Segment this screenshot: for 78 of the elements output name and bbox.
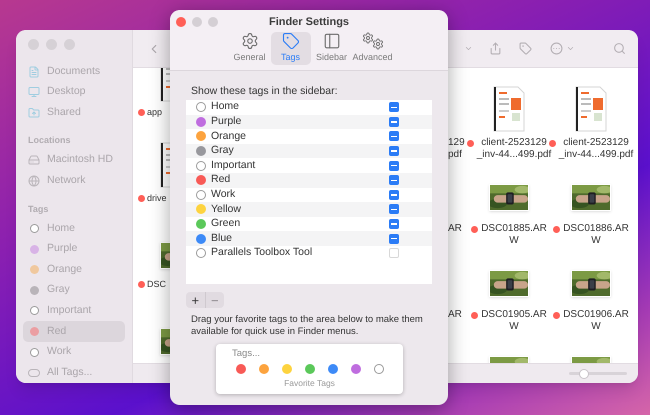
- toolbar-tab[interactable]: Sidebar: [312, 32, 352, 65]
- globe-icon: [28, 174, 40, 187]
- file-name: 129: [448, 137, 465, 149]
- checkbox[interactable]: [389, 234, 399, 244]
- more-icon[interactable]: [550, 42, 563, 55]
- sidebar-item[interactable]: Desktop: [23, 82, 125, 102]
- checkbox[interactable]: [389, 160, 399, 171]
- share-icon[interactable]: [489, 42, 502, 55]
- checkbox[interactable]: [389, 248, 399, 258]
- tag-row[interactable]: Work: [186, 188, 432, 202]
- sidebar-item[interactable]: Macintosh HD: [23, 150, 125, 171]
- toolbar-tab[interactable]: Tags: [270, 32, 310, 65]
- favorite-tags-caption: Favorite Tags: [284, 377, 335, 390]
- file-name: AR: [448, 223, 462, 235]
- sidebar-item[interactable]: Gray: [23, 280, 125, 301]
- minimize-button[interactable]: [192, 17, 202, 27]
- tag-icon[interactable]: [519, 42, 532, 55]
- search-icon[interactable]: [613, 42, 626, 55]
- sidebar-item[interactable]: Purple: [23, 238, 125, 260]
- file-name: DSC: [147, 279, 166, 290]
- tag-row[interactable]: Gray: [186, 144, 432, 158]
- gear-icon: [240, 32, 258, 50]
- file-name: DSC01906.AR W: [563, 309, 629, 333]
- toolbar-tab[interactable]: Advanced: [352, 32, 392, 65]
- file-name: pdf: [448, 149, 462, 161]
- sidebar-item[interactable]: Documents: [23, 61, 125, 82]
- zoom-button[interactable]: [208, 17, 218, 27]
- desktop-icon: [28, 86, 40, 98]
- toolbar-tab[interactable]: General: [230, 32, 270, 65]
- shared-folder-icon: [28, 106, 40, 119]
- checkbox[interactable]: [389, 102, 399, 112]
- sidebar-item[interactable]: Home: [23, 218, 125, 239]
- all-tags-icon: [28, 368, 40, 377]
- tag-row[interactable]: Red: [186, 172, 432, 188]
- tag-row[interactable]: Purple: [186, 114, 432, 130]
- section-heading: Locations: [27, 134, 72, 148]
- file-name: client-2523129 _inv-44...499.pdf: [558, 137, 634, 161]
- file-name: DSC01886.AR W: [563, 223, 629, 247]
- file-name: app: [147, 107, 162, 118]
- favorite-tags-field[interactable]: Tags... Favorite Tags: [216, 344, 403, 394]
- slider-thumb[interactable]: [579, 368, 590, 378]
- file-name: client-2523129 _inv-44...499.pdf: [476, 137, 552, 161]
- sidebar-item[interactable]: Work: [23, 342, 125, 362]
- tags-placeholder: Tags...: [232, 347, 261, 361]
- checkbox[interactable]: [389, 219, 399, 230]
- sidebar-item[interactable]: Orange: [23, 259, 125, 280]
- chevron-icon[interactable]: [464, 44, 473, 53]
- sidebar-item[interactable]: All Tags...: [23, 362, 125, 383]
- file-name: DSC01905.AR W: [481, 309, 547, 333]
- description-text: Drag your favorite tags to the area below to make them available for quick use in Finder menus.: [190, 314, 424, 338]
- document-icon: [493, 86, 525, 132]
- sidebar-item[interactable]: Important: [23, 300, 125, 322]
- list-label: Show these tags in the sidebar:: [190, 84, 339, 98]
- icon-size-slider[interactable]: [569, 368, 627, 378]
- sidebar-item[interactable]: Network: [23, 170, 125, 192]
- checkbox[interactable]: [389, 204, 399, 214]
- tag-row[interactable]: Blue: [186, 231, 432, 246]
- document-icon: [575, 86, 607, 132]
- add-button[interactable]: +: [186, 292, 204, 308]
- sidebar-icon: [322, 32, 340, 50]
- checkbox[interactable]: [389, 116, 399, 127]
- chevron-icon[interactable]: [566, 44, 575, 53]
- tag-row[interactable]: Green: [186, 216, 432, 232]
- sidebar-item[interactable]: Shared: [23, 102, 125, 124]
- checkbox[interactable]: [389, 131, 399, 142]
- document-icon: [28, 66, 40, 78]
- gears-icon: [362, 32, 384, 50]
- checkbox[interactable]: [389, 146, 399, 156]
- file-name: AR: [448, 309, 462, 321]
- file-name: drive: [147, 193, 167, 204]
- window-title: Finder Settings: [268, 14, 350, 30]
- tag-icon: [282, 32, 300, 50]
- section-heading: Tags: [27, 202, 50, 216]
- file-name: DSC01885.AR W: [481, 223, 547, 247]
- checkbox[interactable]: [389, 175, 399, 186]
- close-button[interactable]: [176, 17, 186, 27]
- checkbox[interactable]: [389, 190, 399, 200]
- tag-row[interactable]: Yellow: [186, 202, 432, 217]
